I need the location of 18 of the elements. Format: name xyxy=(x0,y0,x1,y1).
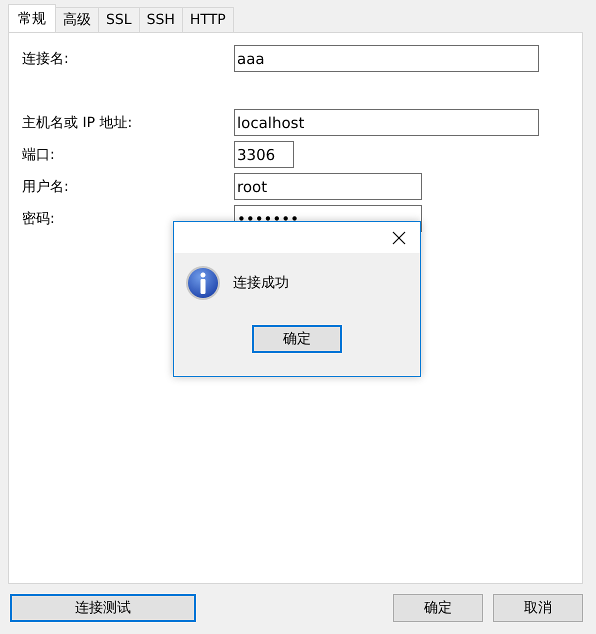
field-label: 端口: xyxy=(22,146,56,164)
cancel-button[interactable]: 取消 xyxy=(493,594,583,622)
field-label: 连接名: xyxy=(22,50,70,68)
field-label: 用户名: xyxy=(22,178,70,196)
input-field[interactable]: localhost xyxy=(234,109,539,136)
input-field[interactable]: 3306 xyxy=(234,141,294,168)
field-label: 主机名或 IP 地址: xyxy=(22,114,134,132)
input-field[interactable]: aaa xyxy=(234,45,539,72)
close-icon[interactable] xyxy=(392,230,406,244)
tab[interactable]: 常规 xyxy=(8,4,56,32)
ok-button[interactable]: 确定 xyxy=(393,594,483,622)
dialog-ok-button[interactable]: 确定 xyxy=(252,325,342,353)
input-field[interactable]: root xyxy=(234,173,422,200)
field-label: 密码: xyxy=(22,210,56,228)
info-icon xyxy=(185,265,221,301)
test-connection-button[interactable]: 连接测试 xyxy=(10,594,196,622)
dialog-message: 连接成功 xyxy=(233,274,289,292)
tab[interactable]: HTTP xyxy=(182,7,234,32)
